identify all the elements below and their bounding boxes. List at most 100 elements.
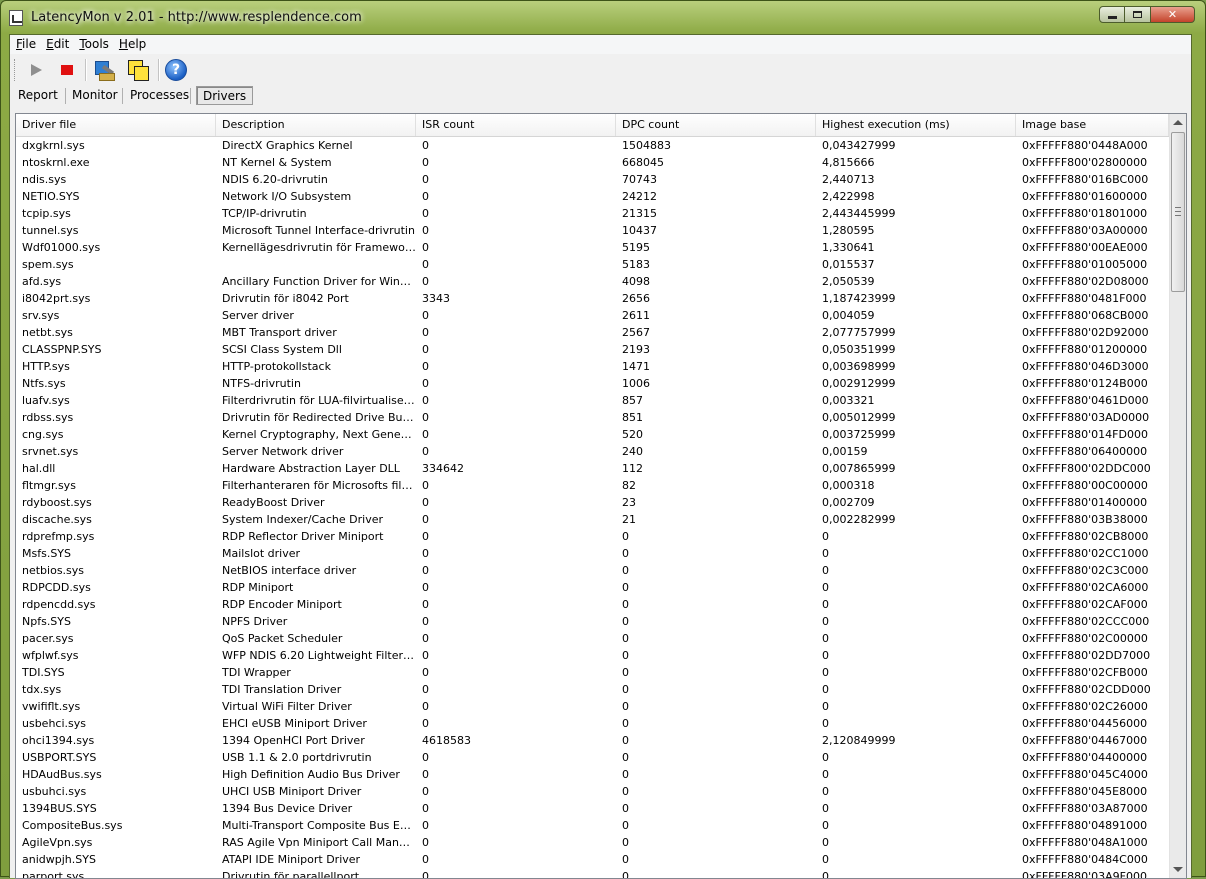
table-cell: NPFS Driver <box>222 615 288 628</box>
table-row[interactable]: AgileVpn.sys RAS Agile Vpn Miniport Call … <box>16 834 1169 851</box>
table-row[interactable]: NETIO.SYS Network I/O Subsystem 0 24212 2,42… <box>16 188 1169 205</box>
drivers-table[interactable]: Driver file Description ISR count DPC count… <box>15 113 1187 879</box>
stop-button[interactable] <box>55 58 79 82</box>
table-row[interactable]: cng.sys Kernel Cryptography, Next Generat… <box>16 426 1169 443</box>
table-cell: 0xFFFFF880'01600000 <box>1022 190 1148 203</box>
table-row[interactable]: netbt.sys MBT Transport driver 0 2567 2,0777… <box>16 324 1169 341</box>
table-cell: 0,000318 <box>822 479 875 492</box>
column-header[interactable]: DPC count <box>616 114 816 136</box>
table-row[interactable]: USBPORT.SYS USB 1.1 & 2.0 portdrivrutin 0 0… <box>16 749 1169 766</box>
table-row[interactable]: ndis.sys NDIS 6.20-drivrutin 0 70743 2,44071… <box>16 171 1169 188</box>
table-row[interactable]: tdx.sys TDI Translation Driver 0 0 0 0xFFFFF8… <box>16 681 1169 698</box>
tab-report[interactable]: Report <box>12 86 64 105</box>
maximize-button[interactable] <box>1125 6 1151 23</box>
table-row[interactable]: TDI.SYS TDI Wrapper 0 0 0 0xFFFFF880'02CFB000 <box>16 664 1169 681</box>
title-bar[interactable]: LatencyMon v 2.01 - http://www.resplende… <box>1 1 1205 35</box>
vertical-scrollbar[interactable] <box>1169 114 1186 878</box>
table-row[interactable]: 1394BUS.SYS 1394 Bus Device Driver 0 0 0 0xFF… <box>16 800 1169 817</box>
table-cell: 0xFFFFF800'02800000 <box>1022 156 1148 169</box>
table-row[interactable]: RDPCDD.sys RDP Miniport 0 0 0 0xFFFFF880'02CA… <box>16 579 1169 596</box>
minimize-button[interactable] <box>1099 6 1125 23</box>
table-cell: 0xFFFFF880'014FD000 <box>1022 428 1148 441</box>
windows-button[interactable] <box>126 58 150 82</box>
tab-processes[interactable]: Processes <box>124 86 195 105</box>
table-row[interactable]: HTTP.sys HTTP-protokollstack 0 1471 0,003698… <box>16 358 1169 375</box>
menu-edit[interactable]: Edit <box>40 35 73 51</box>
column-header[interactable]: Driver file <box>16 114 216 136</box>
table-row[interactable]: i8042prt.sys Drivrutin för i8042 Port 3343… <box>16 290 1169 307</box>
table-cell: 0 <box>422 615 429 628</box>
tab-monitor[interactable]: Monitor <box>66 86 124 105</box>
table-cell: USBPORT.SYS <box>22 751 97 764</box>
table-row[interactable]: spem.sys 0 5183 0,015537 0xFFFFF880'01005000 <box>16 256 1169 273</box>
table-cell: 1471 <box>622 360 650 373</box>
table-row[interactable]: CLASSPNP.SYS SCSI Class System Dll 0 2193 0,… <box>16 341 1169 358</box>
table-cell: 2567 <box>622 326 650 339</box>
table-cell: 0xFFFFF880'01801000 <box>1022 207 1148 220</box>
table-cell: 0 <box>622 819 629 832</box>
table-cell: 0xFFFFF880'02CFB000 <box>1022 666 1148 679</box>
table-row[interactable]: rdprefmp.sys RDP Reflector Driver Minipor… <box>16 528 1169 545</box>
tools-button[interactable] <box>93 58 117 82</box>
minimize-icon <box>1107 16 1117 19</box>
table-row[interactable]: ohci1394.sys 1394 OpenHCI Port Driver 4618… <box>16 732 1169 749</box>
table-row[interactable]: rdpencdd.sys RDP Encoder Miniport 0 0 0 0xFFF… <box>16 596 1169 613</box>
table-row[interactable]: Npfs.SYS NPFS Driver 0 0 0 0xFFFFF880'02CCC00… <box>16 613 1169 630</box>
table-row[interactable]: vwififlt.sys Virtual WiFi Filter Driver 0 0… <box>16 698 1169 715</box>
table-row[interactable]: luafv.sys Filterdrivrutin för LUA-filvirt… <box>16 392 1169 409</box>
table-row[interactable]: srvnet.sys Server Network driver 0 240 0,001… <box>16 443 1169 460</box>
table-row[interactable]: rdyboost.sys ReadyBoost Driver 0 23 0,002709… <box>16 494 1169 511</box>
table-cell: 0 <box>622 751 629 764</box>
table-row[interactable]: CompositeBus.sys Multi-Transport Composit… <box>16 817 1169 834</box>
table-cell: 0 <box>422 564 429 577</box>
table-row[interactable]: tunnel.sys Microsoft Tunnel Interface-dri… <box>16 222 1169 239</box>
table-row[interactable]: usbehci.sys EHCI eUSB Miniport Driver 0 0 0 0… <box>16 715 1169 732</box>
table-row[interactable]: pacer.sys QoS Packet Scheduler 0 0 0 0xFFFFF8… <box>16 630 1169 647</box>
table-cell: 857 <box>622 394 643 407</box>
menu-file[interactable]: File <box>10 35 40 51</box>
column-header[interactable]: ISR count <box>416 114 616 136</box>
table-body: dxgkrnl.sys DirectX Graphics Kernel 0 15048… <box>16 137 1169 878</box>
table-row[interactable]: dxgkrnl.sys DirectX Graphics Kernel 0 15048… <box>16 137 1169 154</box>
start-button[interactable] <box>24 58 48 82</box>
menu-tools[interactable]: Tools <box>73 35 113 51</box>
table-cell: NetBIOS interface driver <box>222 564 357 577</box>
table-row[interactable]: usbuhci.sys UHCI USB Miniport Driver 0 0 0 0x… <box>16 783 1169 800</box>
table-cell: srvnet.sys <box>22 445 79 458</box>
table-row[interactable]: hal.dll Hardware Abstraction Layer DLL 334… <box>16 460 1169 477</box>
app-icon[interactable] <box>9 10 23 26</box>
table-cell: System Indexer/Cache Driver <box>222 513 384 526</box>
scroll-down-icon[interactable] <box>1173 867 1183 872</box>
table-cell: 0 <box>622 717 629 730</box>
table-row[interactable]: srv.sys Server driver 0 2611 0,004059 0xFFFFF… <box>16 307 1169 324</box>
scroll-thumb[interactable] <box>1171 132 1185 292</box>
table-row[interactable]: netbios.sys NetBIOS interface driver 0 0 0 0x… <box>16 562 1169 579</box>
help-button[interactable]: ? <box>164 58 188 82</box>
menu-help[interactable]: Help <box>113 35 150 51</box>
column-header[interactable]: Image base <box>1016 114 1169 136</box>
table-row[interactable]: ntoskrnl.exe NT Kernel & System 0 668045 4,8… <box>16 154 1169 171</box>
column-header[interactable]: Highest execution (ms) <box>816 114 1016 136</box>
table-cell: 112 <box>622 462 643 475</box>
table-row[interactable]: anidwpjh.SYS ATAPI IDE Miniport Driver 0 0 0… <box>16 851 1169 868</box>
close-button[interactable]: ✕ <box>1151 6 1195 23</box>
table-row[interactable]: HDAudBus.sys High Definition Audio Bus Dr… <box>16 766 1169 783</box>
table-row[interactable]: fltmgr.sys Filterhanteraren för Microsoft… <box>16 477 1169 494</box>
column-header[interactable]: Description <box>216 114 416 136</box>
scroll-up-icon[interactable] <box>1173 120 1183 125</box>
table-cell: 0xFFFFF880'0461D000 <box>1022 394 1149 407</box>
table-cell: 0 <box>422 377 429 390</box>
toolbar-grip[interactable] <box>14 59 18 81</box>
table-row[interactable]: Msfs.SYS Mailslot driver 0 0 0 0xFFFFF880'02C… <box>16 545 1169 562</box>
table-cell: 2656 <box>622 292 650 305</box>
table-row[interactable]: rdbss.sys Drivrutin för Redirected Drive … <box>16 409 1169 426</box>
table-row[interactable]: discache.sys System Indexer/Cache Driver 0… <box>16 511 1169 528</box>
table-row[interactable]: tcpip.sys TCP/IP-drivrutin 0 21315 2,4434459… <box>16 205 1169 222</box>
table-row[interactable]: Wdf01000.sys Kernellägesdrivrutin för Fra… <box>16 239 1169 256</box>
table-cell: 0xFFFFF880'0481F000 <box>1022 292 1147 305</box>
table-cell: tdx.sys <box>22 683 62 696</box>
table-row[interactable]: afd.sys Ancillary Function Driver for Win… <box>16 273 1169 290</box>
tab-drivers[interactable]: Drivers <box>196 86 254 105</box>
table-row[interactable]: Ntfs.sys NTFS-drivrutin 0 1006 0,002912999 0x… <box>16 375 1169 392</box>
table-row[interactable]: wfplwf.sys WFP NDIS 6.20 Lightweight Filt… <box>16 647 1169 664</box>
